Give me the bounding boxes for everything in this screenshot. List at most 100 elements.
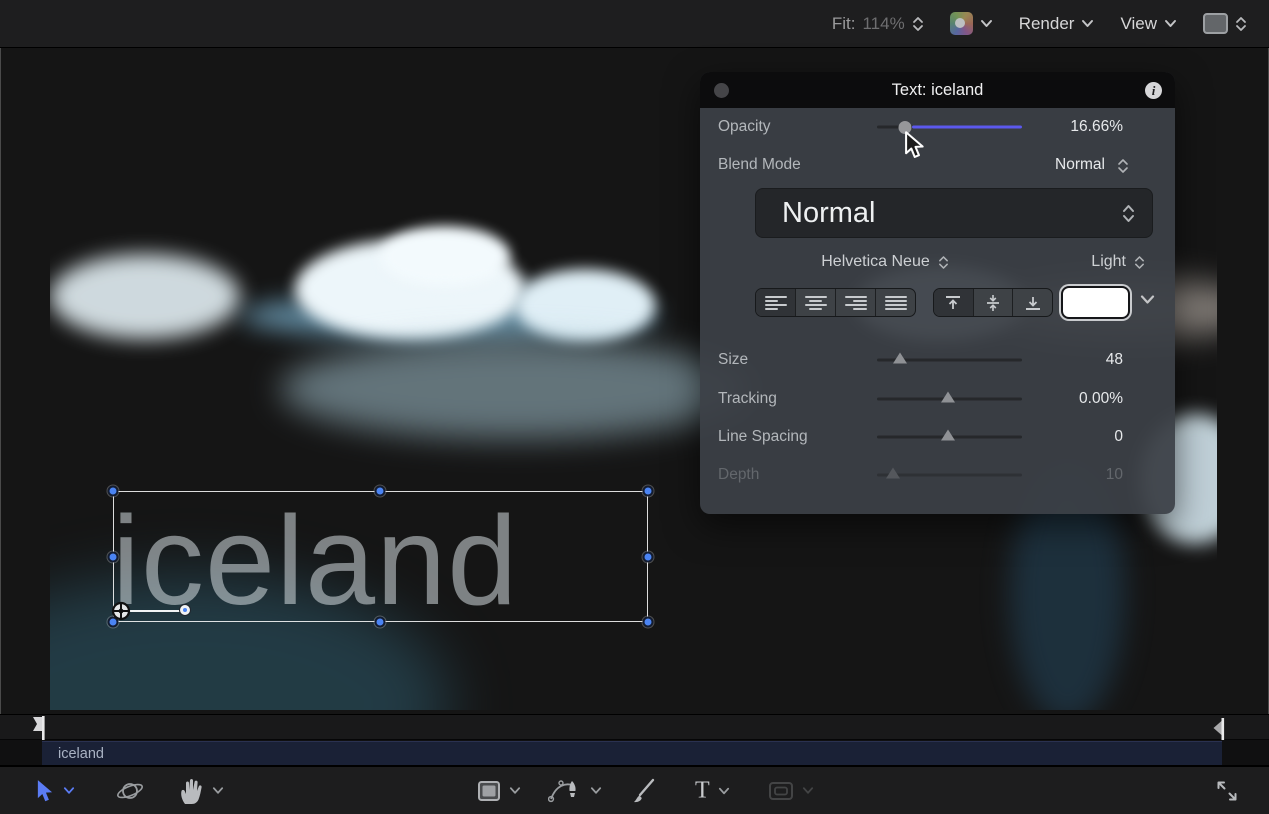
timeline-out-marker-icon[interactable]	[1212, 718, 1228, 740]
text-color-swatch[interactable]	[1063, 288, 1128, 317]
justify-icon	[885, 296, 907, 310]
timeline-layer-label: iceland	[58, 746, 104, 762]
align-top-icon	[944, 295, 962, 311]
line-spacing-label: Line Spacing	[718, 428, 808, 446]
blend-mode-value[interactable]: Normal	[1055, 156, 1105, 174]
rectangle-tool[interactable]	[477, 780, 521, 802]
opacity-label: Opacity	[718, 118, 771, 136]
baseline-handle[interactable]	[180, 605, 190, 615]
chevron-down-icon	[1164, 19, 1177, 28]
blend-mode-label: Blend Mode	[718, 156, 801, 174]
bezier-pen-tool[interactable]	[548, 777, 602, 805]
window-layout-control[interactable]	[1203, 13, 1247, 34]
rectangle-tool-chevron-icon	[509, 786, 521, 795]
pan-tool-chevron-icon	[212, 786, 224, 795]
mini-timeline-layer-row: iceland	[0, 740, 1269, 766]
align-right-button[interactable]	[836, 289, 876, 316]
text-tool-chevron-icon	[718, 786, 730, 795]
selection-handle-top-left[interactable]	[108, 486, 119, 497]
line-spacing-slider[interactable]	[877, 436, 1022, 439]
blend-mode-stepper-icon[interactable]	[1117, 158, 1129, 174]
mask-tool-chevron-icon	[802, 786, 814, 795]
expand-timing-button[interactable]	[1214, 778, 1240, 804]
view-menu[interactable]: View	[1120, 14, 1177, 34]
align-vcenter-button[interactable]	[974, 289, 1014, 316]
align-top-button[interactable]	[934, 289, 974, 316]
selection-handle-middle-right[interactable]	[643, 552, 654, 563]
selection-handle-bottom-right[interactable]	[643, 617, 654, 628]
font-weight-popup[interactable]: Light	[1091, 253, 1145, 271]
vertical-align-group	[933, 288, 1053, 317]
tracking-label: Tracking	[718, 390, 777, 408]
diagonal-resize-icon	[1214, 778, 1240, 804]
opacity-slider-fill	[912, 126, 1022, 129]
anchor-point-crosshair-icon[interactable]	[110, 600, 132, 622]
text-tool-glyph: T	[695, 777, 710, 804]
align-right-icon	[845, 296, 867, 310]
select-tool-chevron-icon	[63, 786, 75, 795]
tracking-value: 0.00%	[1079, 390, 1123, 408]
bottom-toolbar: T	[0, 766, 1269, 814]
hud-panel: Text: iceland i Opacity 16.66% Blend Mod…	[700, 72, 1175, 514]
text-tool[interactable]: T	[695, 777, 730, 804]
style-popup[interactable]: Normal	[755, 188, 1153, 238]
align-bottom-icon	[1024, 295, 1042, 311]
tracking-slider[interactable]	[877, 398, 1022, 401]
selection-handle-bottom-middle[interactable]	[375, 617, 386, 628]
depth-value: 10	[1106, 466, 1123, 484]
size-slider-thumb[interactable]	[893, 353, 907, 364]
font-family-popup[interactable]: Helvetica Neue	[790, 253, 980, 271]
depth-slider	[877, 474, 1022, 477]
timeline-layer-bar[interactable]: iceland	[42, 741, 1222, 765]
baseline-connector	[128, 610, 184, 612]
render-menu[interactable]: Render	[1019, 14, 1095, 34]
opacity-slider[interactable]	[877, 126, 1022, 129]
zoom-fit-control[interactable]: Fit: 114%	[832, 14, 924, 34]
mini-timeline-marker-strip[interactable]	[0, 714, 1269, 740]
color-channels-control[interactable]	[950, 12, 993, 35]
align-left-icon	[765, 296, 787, 310]
render-label: Render	[1019, 14, 1075, 34]
chevron-down-icon	[1081, 19, 1094, 28]
font-family-value: Helvetica Neue	[821, 253, 930, 271]
view-label: View	[1120, 14, 1157, 34]
align-bottom-button[interactable]	[1013, 289, 1052, 316]
bezier-pen-icon	[548, 777, 582, 805]
align-left-button[interactable]	[756, 289, 796, 316]
paintbrush-icon	[631, 778, 657, 804]
tracking-slider-thumb[interactable]	[941, 392, 955, 403]
size-value: 48	[1106, 351, 1123, 369]
hud-close-button[interactable]	[714, 83, 729, 98]
pan-tool[interactable]	[178, 777, 224, 805]
stepper-updown-icon[interactable]	[912, 16, 924, 32]
hud-title: Text: iceland	[892, 81, 984, 100]
window-layout-icon	[1203, 13, 1228, 34]
selection-handle-middle-left[interactable]	[108, 552, 119, 563]
color-channels-icon	[950, 12, 973, 35]
transform-3d-tool[interactable]	[115, 777, 145, 805]
selection-bounding-box[interactable]	[113, 491, 648, 622]
hud-header[interactable]: Text: iceland i	[700, 72, 1175, 108]
text-align-group	[755, 288, 916, 317]
fit-label: Fit:	[832, 14, 856, 34]
justify-button[interactable]	[876, 289, 915, 316]
selection-handle-top-middle[interactable]	[375, 486, 386, 497]
swatch-chevron-down-icon[interactable]	[1140, 294, 1155, 305]
select-tool[interactable]	[36, 779, 75, 803]
size-slider[interactable]	[877, 359, 1022, 362]
rectangle-icon	[477, 780, 501, 802]
iceberg-center-right	[515, 269, 655, 341]
hand-icon	[178, 777, 204, 805]
opacity-value: 16.66%	[1070, 118, 1123, 136]
info-icon[interactable]: i	[1145, 82, 1162, 99]
selection-handle-top-right[interactable]	[643, 486, 654, 497]
paint-stroke-tool[interactable]	[631, 778, 657, 804]
iceberg-center-peak	[380, 226, 510, 286]
popup-stepper-icon	[1121, 203, 1136, 224]
water-reflection-light	[280, 339, 750, 439]
line-spacing-slider-thumb[interactable]	[941, 430, 955, 441]
timeline-in-marker-icon[interactable]	[32, 716, 50, 741]
align-center-button[interactable]	[796, 289, 836, 316]
font-weight-value: Light	[1091, 253, 1126, 271]
top-toolbar: Fit: 114% Render View	[0, 0, 1269, 48]
